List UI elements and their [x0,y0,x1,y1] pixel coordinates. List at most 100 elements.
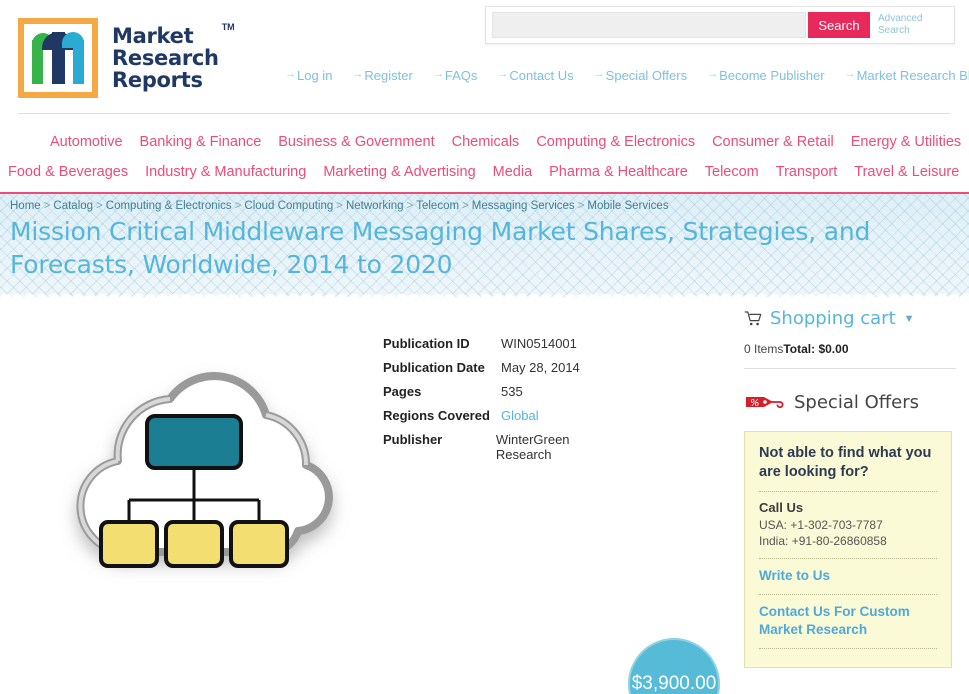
logo-wordmark: Market Research Reports TM [112,22,235,92]
advanced-search-link[interactable]: Advanced Search [878,13,934,37]
top-link-special-offers[interactable]: → Special Offers [594,68,687,83]
category-chemicals[interactable]: Chemicals [452,134,520,150]
breadcrumb-computing-electronics[interactable]: Computing & Electronics [106,200,232,212]
category-telecom[interactable]: Telecom [705,164,759,180]
dotted-divider [759,491,937,492]
site-logo[interactable]: Market Research Reports TM [18,18,235,98]
detail-value: May 28, 2014 [501,360,580,375]
detail-label: Regions Covered [383,408,490,423]
category-automotive[interactable]: Automotive [50,134,123,150]
publication-details: Publication ID WIN0514001 Publication Da… [383,336,623,462]
category-transport[interactable]: Transport [776,164,838,180]
category-consumer-retail[interactable]: Consumer & Retail [712,134,834,150]
arrow-icon: → [432,68,444,80]
category-banking-finance[interactable]: Banking & Finance [140,134,262,150]
category-marketing-advertising[interactable]: Marketing & Advertising [323,164,475,180]
logo-letter-m-icon [30,32,86,84]
detail-row-regions-covered: Regions Covered Global [383,408,623,432]
detail-value: WinterGreen Research [495,432,570,462]
category-energy-utilities[interactable]: Energy & Utilities [851,134,961,150]
right-sidebar: Shopping cart ▼ 0 ItemsTotal: $0.00 % Sp… [744,308,956,668]
help-box-title: Not able to find what you are looking fo… [759,445,932,480]
category-row-2: Food & Beverages Industry & Manufacturin… [8,157,959,187]
page-root: Market Research Reports TM Search Advanc… [0,0,969,694]
category-row-1: Automotive Banking & Finance Business & … [50,127,961,157]
special-offers-header[interactable]: % Special Offers [744,391,956,413]
logo-mark-icon [18,18,98,98]
custom-research-link[interactable]: Contact Us For Custom Market Research [759,603,937,639]
call-us-label: Call Us [759,500,804,515]
search-button[interactable]: Search [808,12,870,38]
sidebar-cart-total: Total: $0.00 [783,342,849,356]
category-media[interactable]: Media [493,164,533,180]
phone-usa: USA: +1-302-703-7787 [759,518,883,532]
logo-line-3: Reports [112,68,203,92]
top-link-market-research-blog[interactable]: →Market Research Blog [845,68,969,83]
arrow-icon: → [497,68,509,80]
arrow-icon: → [285,68,296,80]
logo-line-2: Research [112,46,219,70]
sidebar-cart-title: Shopping cart [770,308,896,329]
category-nav: Automotive Banking & Finance Business & … [0,120,969,300]
logo-line-1: Market [112,24,194,48]
arrow-icon: → [707,68,719,80]
phone-india: India: +91-80-26860858 [759,534,887,548]
category-food-beverages[interactable]: Food & Beverages [8,164,128,180]
sidebar-cart-header[interactable]: Shopping cart ▼ [744,308,956,329]
dotted-divider [759,558,937,559]
breadcrumb-messaging-services[interactable]: Messaging Services [472,200,575,212]
svg-text:%: % [750,398,760,409]
page-title: Mission Critical Middleware Messaging Ma… [10,217,871,279]
category-pharma-healthcare[interactable]: Pharma & Healthcare [549,164,688,180]
detail-label: Publication Date [383,360,485,375]
product-image [14,308,374,638]
detail-row-publisher: Publisher WinterGreen Research [383,432,623,462]
detail-label: Publication ID [383,336,470,351]
price-badge: $3,900.00 [628,638,720,694]
detail-value-link[interactable]: Global [501,408,539,423]
breadcrumb-telecom[interactable]: Telecom [416,200,459,212]
special-offers-title: Special Offers [794,391,919,413]
top-link-faqs[interactable]: → FAQs [433,68,478,83]
title-banner: Home > Catalog > Computing & Electronics > Clo… [0,192,969,300]
breadcrumb-catalog[interactable]: Catalog [53,200,93,212]
category-travel-leisure[interactable]: Travel & Leisure [854,164,959,180]
top-link-become-publisher[interactable]: → Become Publisher [707,68,825,83]
site-header: Market Research Reports TM Search Advanc… [0,0,969,120]
shopping-cart-icon [744,311,762,326]
detail-label: Publisher [383,432,443,447]
category-link-rows: Automotive Banking & Finance Business & … [8,127,961,187]
top-link-login[interactable]: → Log in [285,68,332,83]
breadcrumb-home[interactable]: Home [10,200,41,212]
top-link-register[interactable]: → Register [352,68,412,83]
write-to-us-link[interactable]: Write to Us [759,567,937,585]
category-computing-electronics[interactable]: Computing & Electronics [536,134,695,150]
breadcrumb-cloud-computing[interactable]: Cloud Computing [244,200,333,212]
detail-label: Pages [383,384,422,399]
arrow-icon: → [593,68,605,80]
detail-row-publication-date: Publication Date May 28, 2014 [383,360,623,384]
utility-nav: → Log in → Register → FAQs → Contact Us → Spe… [285,68,969,83]
detail-row-publication-id: Publication ID WIN0514001 [383,336,623,360]
main-content: Publication ID WIN0514001 Publication Da… [0,300,969,694]
banner-scallop-edge [0,289,969,300]
sidebar-cart-summary: 0 ItemsTotal: $0.00 [744,342,956,356]
header-divider [18,113,950,114]
trademark-symbol: TM [221,22,235,32]
arrow-icon: → [844,68,856,80]
chevron-down-icon[interactable]: ▼ [904,313,915,325]
category-business-government[interactable]: Business & Government [278,134,434,150]
price-tag-icon: % [746,397,784,409]
sidebar-cart-items: 0 Items [744,342,784,356]
dotted-divider [759,594,937,595]
sidebar-divider [744,368,956,369]
detail-value: WIN0514001 [501,336,577,351]
breadcrumb-mobile-services[interactable]: Mobile Services [587,200,668,212]
breadcrumb-networking[interactable]: Networking [346,200,404,212]
arrow-icon: → [352,68,364,80]
breadcrumb: Home > Catalog > Computing & Electronics > Clo… [10,200,669,212]
top-link-contact-us[interactable]: → Contact Us [497,68,573,83]
category-industry-manufacturing[interactable]: Industry & Manufacturing [145,164,306,180]
help-box: Not able to find what you are looking fo… [744,431,952,668]
search-input[interactable] [492,12,806,38]
